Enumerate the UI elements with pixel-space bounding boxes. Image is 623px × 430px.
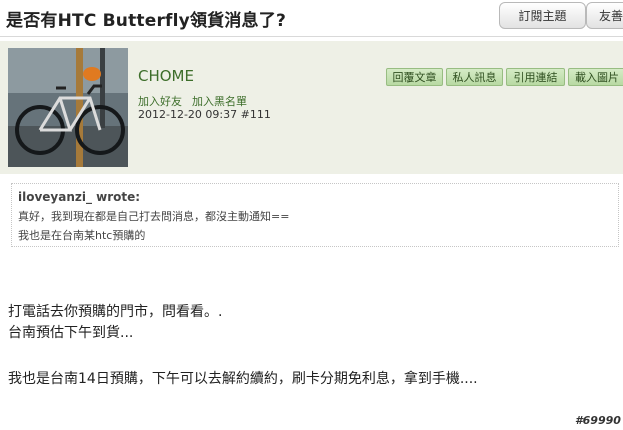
avatar-image	[8, 48, 128, 167]
header-divider	[0, 36, 623, 37]
quote-line: 真好，我到現在都是自己打去問消息，都沒主動通知==	[18, 210, 290, 223]
private-message-button[interactable]: 私人訊息	[446, 68, 503, 86]
reply-button[interactable]: 回覆文章	[386, 68, 443, 86]
topic-title: 是否有HTC Butterfly領貨消息了?	[6, 11, 287, 31]
post-body-line: 台南預估下午到貨...	[8, 325, 134, 341]
post-number: #111	[240, 108, 271, 121]
quote-link-button[interactable]: 引用連結	[506, 68, 565, 86]
load-images-button[interactable]: 載入圖片	[568, 68, 623, 86]
post-date: 2012-12-20 09:37	[138, 108, 238, 121]
floor-id[interactable]: #69990	[575, 414, 621, 427]
post-body-line: 打電話去你預購的門市，問看看。.	[8, 304, 223, 320]
post-body-line: 我也是台南14日預購，下午可以去解約續約，刷卡分期免利息，拿到手機....	[8, 371, 478, 387]
quote-line: 我也是在台南某htc預購的	[18, 229, 146, 242]
author-name[interactable]: CHOME	[138, 67, 194, 85]
avatar[interactable]	[8, 48, 128, 167]
add-blacklist-link[interactable]: 加入黑名單	[192, 93, 247, 109]
add-friend-link[interactable]: 加入好友	[138, 93, 182, 109]
share-button[interactable]: 友善	[586, 2, 623, 29]
post-meta: 2012-12-20 09:37 #111	[138, 108, 271, 121]
subscribe-topic-button[interactable]: 訂閱主題	[499, 2, 586, 29]
quote-author: iloveyanzi_ wrote:	[18, 190, 141, 204]
